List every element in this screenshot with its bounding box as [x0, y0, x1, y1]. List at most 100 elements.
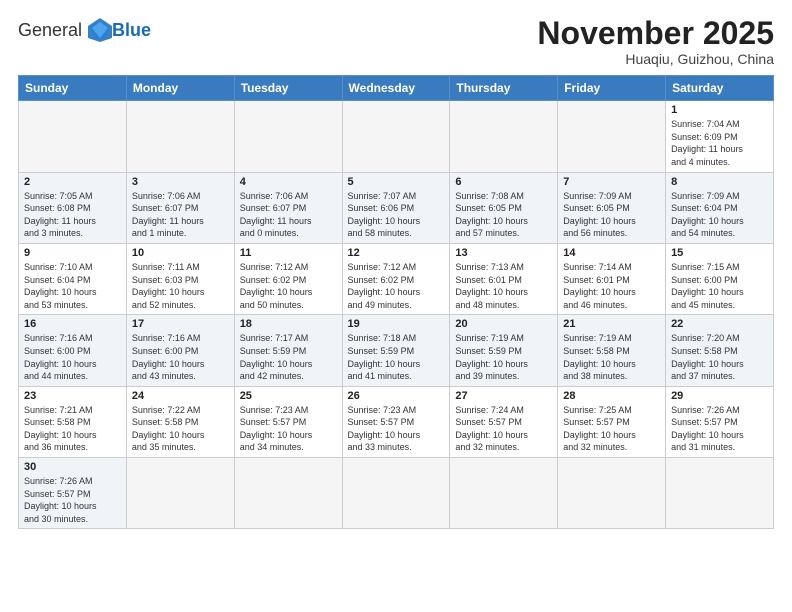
day-number: 26: [348, 390, 445, 402]
day-info: Sunrise: 7:12 AM Sunset: 6:02 PM Dayligh…: [240, 261, 337, 311]
table-row: 28 Sunrise: 7:25 AM Sunset: 5:57 PM Dayli…: [558, 386, 666, 457]
calendar-week-row: 1Sunrise: 7:04 AM Sunset: 6:09 PM Daylig…: [19, 101, 774, 172]
day-info: Sunrise: 7:17 AM Sunset: 5:59 PM Dayligh…: [240, 332, 337, 382]
day-info: Sunrise: 7:22 AM Sunset: 5:58 PM Dayligh…: [132, 404, 229, 454]
day-info: Sunrise: 7:08 AM Sunset: 6:05 PM Dayligh…: [455, 190, 552, 240]
table-row: 3Sunrise: 7:06 AM Sunset: 6:07 PM Daylig…: [126, 172, 234, 243]
calendar-week-row: 16Sunrise: 7:16 AM Sunset: 6:00 PM Dayli…: [19, 315, 774, 386]
day-info: Sunrise: 7:07 AM Sunset: 6:06 PM Dayligh…: [348, 190, 445, 240]
table-row: [19, 101, 127, 172]
day-info: Sunrise: 7:12 AM Sunset: 6:02 PM Dayligh…: [348, 261, 445, 311]
day-info: Sunrise: 7:24 AM Sunset: 5:57 PM Dayligh…: [455, 404, 552, 454]
day-info: Sunrise: 7:26 AM Sunset: 5:57 PM Dayligh…: [24, 475, 121, 525]
day-number: 15: [671, 247, 768, 259]
table-row: 1Sunrise: 7:04 AM Sunset: 6:09 PM Daylig…: [666, 101, 774, 172]
day-info: Sunrise: 7:23 AM Sunset: 5:57 PM Dayligh…: [348, 404, 445, 454]
day-number: 23: [24, 390, 121, 402]
table-row: 7 Sunrise: 7:09 AM Sunset: 6:05 PM Daylig…: [558, 172, 666, 243]
logo-text: General: [18, 21, 82, 39]
day-number: 20: [455, 318, 552, 330]
table-row: 9Sunrise: 7:10 AM Sunset: 6:04 PM Daylig…: [19, 243, 127, 314]
logo-blue-text: Blue: [112, 21, 151, 39]
table-row: 5 Sunrise: 7:07 AM Sunset: 6:06 PM Daylig…: [342, 172, 450, 243]
day-number: 7: [563, 176, 660, 188]
table-row: 23 Sunrise: 7:21 AM Sunset: 5:58 PM Dayli…: [19, 386, 127, 457]
table-row: [342, 458, 450, 529]
day-number: 2: [24, 176, 121, 188]
logo-icon: [86, 16, 114, 44]
day-info: Sunrise: 7:19 AM Sunset: 5:59 PM Dayligh…: [455, 332, 552, 382]
day-number: 28: [563, 390, 660, 402]
day-number: 6: [455, 176, 552, 188]
day-number: 25: [240, 390, 337, 402]
day-number: 10: [132, 247, 229, 259]
day-info: Sunrise: 7:16 AM Sunset: 6:00 PM Dayligh…: [132, 332, 229, 382]
day-number: 27: [455, 390, 552, 402]
table-row: 4Sunrise: 7:06 AM Sunset: 6:07 PM Daylig…: [234, 172, 342, 243]
day-info: Sunrise: 7:11 AM Sunset: 6:03 PM Dayligh…: [132, 261, 229, 311]
header-sunday: Sunday: [19, 76, 127, 101]
table-row: [126, 101, 234, 172]
logo: General Blue: [18, 16, 151, 44]
header-monday: Monday: [126, 76, 234, 101]
table-row: [558, 101, 666, 172]
day-info: Sunrise: 7:25 AM Sunset: 5:57 PM Dayligh…: [563, 404, 660, 454]
day-info: Sunrise: 7:20 AM Sunset: 5:58 PM Dayligh…: [671, 332, 768, 382]
day-info: Sunrise: 7:19 AM Sunset: 5:58 PM Dayligh…: [563, 332, 660, 382]
table-row: 21Sunrise: 7:19 AM Sunset: 5:58 PM Dayli…: [558, 315, 666, 386]
day-number: 13: [455, 247, 552, 259]
day-number: 19: [348, 318, 445, 330]
table-row: [450, 458, 558, 529]
calendar-week-row: 30 Sunrise: 7:26 AM Sunset: 5:57 PM Dayli…: [19, 458, 774, 529]
calendar-week-row: 2 Sunrise: 7:05 AM Sunset: 6:08 PM Daylig…: [19, 172, 774, 243]
table-row: 27 Sunrise: 7:24 AM Sunset: 5:57 PM Dayli…: [450, 386, 558, 457]
table-row: 18 Sunrise: 7:17 AM Sunset: 5:59 PM Dayli…: [234, 315, 342, 386]
table-row: 20 Sunrise: 7:19 AM Sunset: 5:59 PM Dayli…: [450, 315, 558, 386]
table-row: [234, 458, 342, 529]
table-row: 29 Sunrise: 7:26 AM Sunset: 5:57 PM Dayli…: [666, 386, 774, 457]
table-row: 2 Sunrise: 7:05 AM Sunset: 6:08 PM Daylig…: [19, 172, 127, 243]
day-info: Sunrise: 7:26 AM Sunset: 5:57 PM Dayligh…: [671, 404, 768, 454]
day-info: Sunrise: 7:13 AM Sunset: 6:01 PM Dayligh…: [455, 261, 552, 311]
month-title: November 2025: [537, 16, 774, 51]
day-number: 29: [671, 390, 768, 402]
header-wednesday: Wednesday: [342, 76, 450, 101]
day-info: Sunrise: 7:09 AM Sunset: 6:05 PM Dayligh…: [563, 190, 660, 240]
day-number: 22: [671, 318, 768, 330]
day-number: 18: [240, 318, 337, 330]
table-row: 15Sunrise: 7:15 AM Sunset: 6:00 PM Dayli…: [666, 243, 774, 314]
table-row: [666, 458, 774, 529]
day-info: Sunrise: 7:05 AM Sunset: 6:08 PM Dayligh…: [24, 190, 121, 240]
day-info: Sunrise: 7:14 AM Sunset: 6:01 PM Dayligh…: [563, 261, 660, 311]
day-number: 11: [240, 247, 337, 259]
table-row: [342, 101, 450, 172]
page-header: General Blue November 2025 Huaqiu, Guizh…: [18, 16, 774, 67]
day-number: 5: [348, 176, 445, 188]
table-row: 13 Sunrise: 7:13 AM Sunset: 6:01 PM Dayli…: [450, 243, 558, 314]
day-info: Sunrise: 7:10 AM Sunset: 6:04 PM Dayligh…: [24, 261, 121, 311]
table-row: 19Sunrise: 7:18 AM Sunset: 5:59 PM Dayli…: [342, 315, 450, 386]
table-row: 17Sunrise: 7:16 AM Sunset: 6:00 PM Dayli…: [126, 315, 234, 386]
calendar-week-row: 23 Sunrise: 7:21 AM Sunset: 5:58 PM Dayli…: [19, 386, 774, 457]
day-info: Sunrise: 7:09 AM Sunset: 6:04 PM Dayligh…: [671, 190, 768, 240]
table-row: 22 Sunrise: 7:20 AM Sunset: 5:58 PM Dayli…: [666, 315, 774, 386]
table-row: 16Sunrise: 7:16 AM Sunset: 6:00 PM Dayli…: [19, 315, 127, 386]
day-info: Sunrise: 7:16 AM Sunset: 6:00 PM Dayligh…: [24, 332, 121, 382]
day-number: 1: [671, 104, 768, 116]
table-row: 25Sunrise: 7:23 AM Sunset: 5:57 PM Dayli…: [234, 386, 342, 457]
day-number: 14: [563, 247, 660, 259]
title-area: November 2025 Huaqiu, Guizhou, China: [537, 16, 774, 67]
day-info: Sunrise: 7:21 AM Sunset: 5:58 PM Dayligh…: [24, 404, 121, 454]
table-row: 26 Sunrise: 7:23 AM Sunset: 5:57 PM Dayli…: [342, 386, 450, 457]
location: Huaqiu, Guizhou, China: [537, 51, 774, 67]
header-saturday: Saturday: [666, 76, 774, 101]
table-row: 24Sunrise: 7:22 AM Sunset: 5:58 PM Dayli…: [126, 386, 234, 457]
table-row: 8Sunrise: 7:09 AM Sunset: 6:04 PM Daylig…: [666, 172, 774, 243]
table-row: 30 Sunrise: 7:26 AM Sunset: 5:57 PM Dayli…: [19, 458, 127, 529]
table-row: 6 Sunrise: 7:08 AM Sunset: 6:05 PM Daylig…: [450, 172, 558, 243]
day-number: 30: [24, 461, 121, 473]
header-friday: Friday: [558, 76, 666, 101]
day-number: 4: [240, 176, 337, 188]
calendar-week-row: 9Sunrise: 7:10 AM Sunset: 6:04 PM Daylig…: [19, 243, 774, 314]
calendar-table: Sunday Monday Tuesday Wednesday Thursday…: [18, 75, 774, 529]
